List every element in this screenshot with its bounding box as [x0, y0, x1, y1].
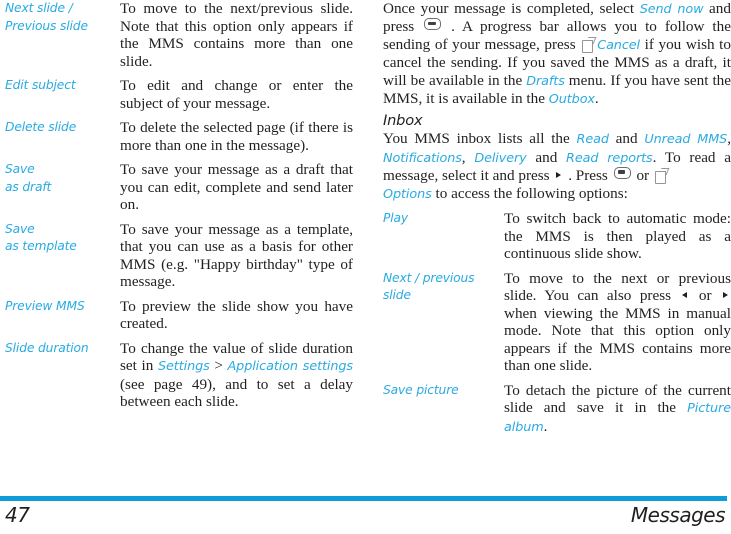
- application-settings-link[interactable]: Application settings: [228, 359, 354, 374]
- options-link[interactable]: Options: [383, 187, 432, 202]
- table-row: Preview MMS To preview the slide show yo…: [5, 298, 353, 340]
- send-now-link[interactable]: Send now: [640, 2, 704, 17]
- read-link[interactable]: Read: [577, 132, 609, 147]
- option-term-line1: Next slide /: [5, 1, 73, 15]
- paragraph-text: or: [632, 167, 653, 185]
- option-term: Next slide / Previous slide: [5, 0, 120, 77]
- option-term: Slide duration: [5, 340, 89, 355]
- settings-link[interactable]: Settings: [158, 359, 210, 374]
- unread-mms-link[interactable]: Unread MMS: [644, 132, 727, 147]
- arrow-right-icon: [556, 172, 562, 179]
- page-number: 47: [5, 503, 30, 527]
- right-column: Once your message is completed, select S…: [383, 0, 731, 443]
- option-term: Next / previous slide: [383, 270, 504, 382]
- read-reports-link[interactable]: Read reports: [566, 151, 653, 166]
- arrow-left-icon: [682, 292, 688, 299]
- option-term: Save as template: [5, 221, 120, 298]
- paragraph-text: ,: [461, 148, 475, 166]
- drafts-link[interactable]: Drafts: [526, 74, 565, 89]
- option-description: To move to the next or previous slide. Y…: [504, 270, 731, 382]
- paragraph-text: and: [608, 130, 645, 148]
- option-term: Delete slide: [5, 120, 77, 134]
- option-term: Play: [383, 211, 409, 226]
- option-term-line1: Save: [5, 221, 35, 236]
- option-description: To delete the selected page (if there is…: [120, 119, 353, 154]
- desc-text: >: [209, 357, 228, 374]
- option-description: To save your message as a draft that you…: [120, 161, 353, 213]
- option-term-line2: Previous slide: [5, 18, 88, 33]
- option-term: Edit subject: [5, 78, 76, 92]
- paragraph-text: You MMS inbox lists all the: [383, 130, 577, 148]
- option-term-line2: as draft: [5, 179, 52, 194]
- table-row: Edit subject To edit and change or enter…: [5, 77, 353, 119]
- cancel-link[interactable]: Cancel: [597, 38, 640, 53]
- paragraph-text: ,: [727, 130, 731, 148]
- mms-inbox-options-table: Play To switch back to automatic mode: t…: [383, 210, 731, 443]
- table-row: Save as template To save your message as…: [5, 221, 353, 298]
- option-term: Save picture: [383, 382, 459, 397]
- ok-key-icon: [424, 18, 442, 31]
- paragraph-text: and: [526, 148, 567, 166]
- footer-rule: [0, 496, 727, 501]
- mms-create-options-table: Next slide / Previous slide To move to t…: [5, 0, 353, 418]
- desc-text: .: [543, 417, 548, 435]
- left-column: Next slide / Previous slide To move to t…: [5, 0, 353, 418]
- arrow-right-icon: [723, 292, 729, 299]
- section-title: Messages: [630, 503, 726, 527]
- ok-key-icon: [613, 167, 631, 180]
- soft-key-icon: [654, 168, 668, 185]
- option-description: To move to the next/previous slide. Note…: [120, 0, 353, 70]
- option-description: To edit and change or enter the subject …: [120, 77, 353, 112]
- desc-text: or: [690, 287, 721, 305]
- option-term: Save as draft: [5, 161, 120, 221]
- inbox-paragraph: You MMS inbox lists all the Read and Unr…: [383, 130, 731, 203]
- paragraph-text: Once your message is completed, select: [383, 0, 640, 17]
- table-row: Slide duration To change the value of sl…: [5, 340, 353, 418]
- option-term-line2: slide: [383, 288, 411, 303]
- desc-text: (see page 49), and to set a delay betwee…: [120, 375, 353, 411]
- option-term-line1: Save: [5, 162, 35, 176]
- page-footer: 47 Messages: [0, 490, 731, 534]
- paragraph-text: . Press: [564, 167, 612, 185]
- table-row: Delete slide To delete the selected page…: [5, 119, 353, 161]
- outbox-link[interactable]: Outbox: [549, 92, 595, 107]
- option-description: To preview the slide show you have creat…: [120, 297, 353, 333]
- option-description: To detach the picture of the current sli…: [504, 382, 731, 444]
- table-row: Next slide / Previous slide To move to t…: [5, 0, 353, 77]
- option-term-line1: Next / previous: [383, 270, 475, 285]
- table-row: Next / previous slide To move to the nex…: [383, 270, 731, 382]
- paragraph-text: .: [594, 90, 599, 108]
- manual-page: Next slide / Previous slide To move to t…: [0, 0, 731, 534]
- desc-text: when viewing the MMS in manual mode. Not…: [504, 304, 731, 375]
- option-description: To save your message as a template, that…: [120, 220, 353, 291]
- option-term-line2: as template: [5, 239, 77, 253]
- table-row: Save picture To detach the picture of th…: [383, 382, 731, 444]
- table-row: Play To switch back to automatic mode: t…: [383, 210, 731, 270]
- option-term: Preview MMS: [5, 298, 85, 313]
- soft-key-icon: [582, 37, 595, 53]
- inbox-heading: Inbox: [383, 112, 423, 130]
- option-description: To switch back to automatic mode: the MM…: [504, 210, 731, 263]
- option-description: To change the value of slide duration se…: [120, 340, 353, 418]
- send-message-paragraph: Once your message is completed, select S…: [383, 0, 731, 108]
- delivery-link[interactable]: Delivery: [474, 151, 526, 166]
- table-row: Save as draft To save your message as a …: [5, 161, 353, 221]
- paragraph-text: to access the following options:: [431, 184, 628, 202]
- notifications-link[interactable]: Notifications: [383, 151, 462, 166]
